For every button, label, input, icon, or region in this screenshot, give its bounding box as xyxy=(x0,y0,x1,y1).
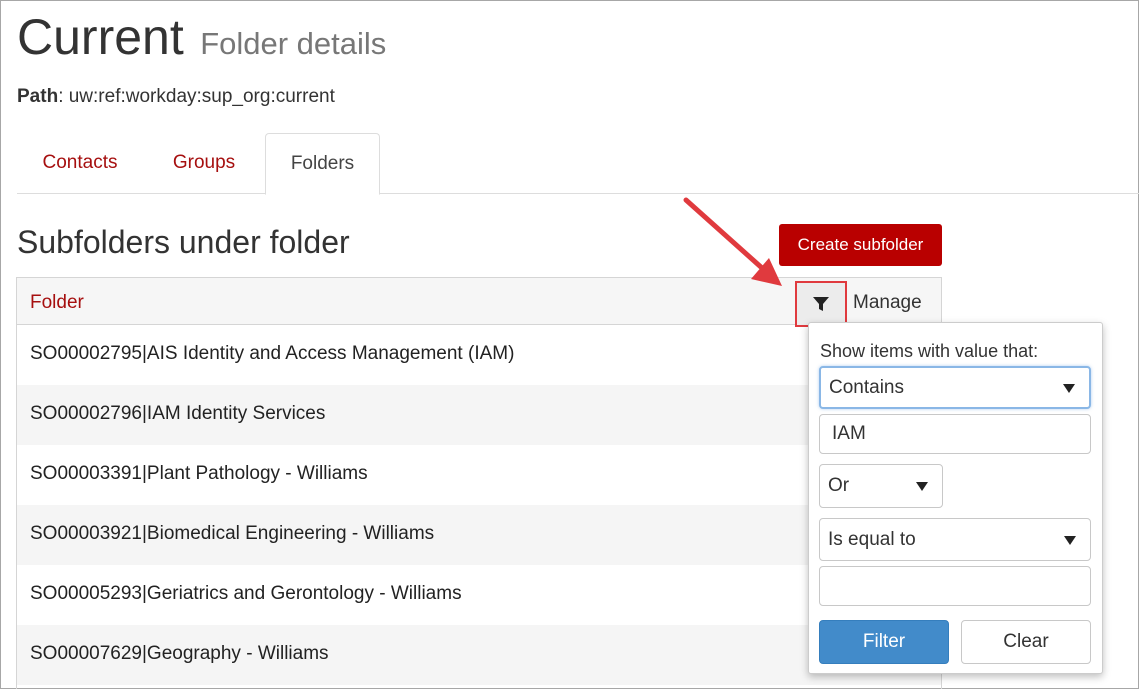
page-title-main: Current xyxy=(17,9,184,65)
table-row[interactable]: SO00003391|Plant Pathology - Williams xyxy=(17,445,941,505)
filter-operator-1-select[interactable]: Contains xyxy=(819,366,1091,409)
filter-apply-button[interactable]: Filter xyxy=(819,620,949,664)
grid-header: Folder Manage xyxy=(17,278,941,327)
create-subfolder-button[interactable]: Create subfolder xyxy=(779,224,942,266)
column-header-folder[interactable]: Folder xyxy=(30,292,84,314)
tab-groups[interactable]: Groups xyxy=(143,133,265,194)
subfolder-grid: Folder Manage SO00002795|AIS Identity an… xyxy=(16,277,942,689)
filter-popup: Show items with value that: Contains IAM… xyxy=(808,322,1103,674)
path-label: Path xyxy=(17,86,59,107)
filter-value-1-text: IAM xyxy=(832,423,866,444)
table-row[interactable]: SO00007629|Geography - Williams xyxy=(17,625,941,685)
table-row[interactable]: SO00003921|Biomedical Engineering - Will… xyxy=(17,505,941,565)
table-row[interactable]: SO00002796|IAM Identity Services xyxy=(17,385,941,445)
folder-name-cell[interactable]: SO00002795|AIS Identity and Access Manag… xyxy=(30,343,514,365)
filter-clear-button[interactable]: Clear xyxy=(961,620,1091,664)
section-title: Subfolders under folder xyxy=(17,224,350,260)
table-row[interactable]: SO00005293|Geriatrics and Gerontology - … xyxy=(17,565,941,625)
chevron-down-icon xyxy=(916,482,928,491)
chevron-down-icon xyxy=(1063,383,1075,393)
tab-contacts[interactable]: Contacts xyxy=(17,133,143,194)
folder-name-cell[interactable]: SO00002796|IAM Identity Services xyxy=(30,403,325,425)
filter-instructions: Show items with value that: xyxy=(820,341,1039,361)
path-value: : uw:ref:workday:sup_org:current xyxy=(58,86,335,107)
folder-name-cell[interactable]: SO00005293|Geriatrics and Gerontology - … xyxy=(30,583,462,605)
folder-name-cell[interactable]: SO00007629|Geography - Williams xyxy=(30,643,329,665)
filter-icon xyxy=(813,297,829,311)
filter-operator-2-select[interactable]: Is equal to xyxy=(819,518,1091,561)
filter-logic-select[interactable]: Or xyxy=(819,464,943,508)
page-subtitle: Folder details xyxy=(200,26,387,61)
filter-value-1-input[interactable]: IAM xyxy=(819,414,1091,454)
filter-operator-1-value: Contains xyxy=(829,376,904,398)
folder-name-cell[interactable]: SO00003391|Plant Pathology - Williams xyxy=(30,463,368,485)
folder-name-cell[interactable]: SO00003921|Biomedical Engineering - Will… xyxy=(30,523,434,545)
folder-path: Path: uw:ref:workday:sup_org:current xyxy=(17,86,335,108)
filter-operator-2-value: Is equal to xyxy=(828,528,916,550)
page-title: Current Folder details xyxy=(17,8,386,66)
column-filter-button[interactable] xyxy=(795,281,847,327)
tab-folders[interactable]: Folders xyxy=(265,133,380,195)
chevron-down-icon xyxy=(1064,535,1076,545)
filter-logic-value: Or xyxy=(828,475,850,496)
tab-bar: Contacts Groups Folders xyxy=(17,133,1139,195)
table-row[interactable]: SO00002795|AIS Identity and Access Manag… xyxy=(17,325,941,385)
column-header-manage: Manage xyxy=(853,292,922,313)
filter-value-2-input[interactable] xyxy=(819,566,1091,606)
